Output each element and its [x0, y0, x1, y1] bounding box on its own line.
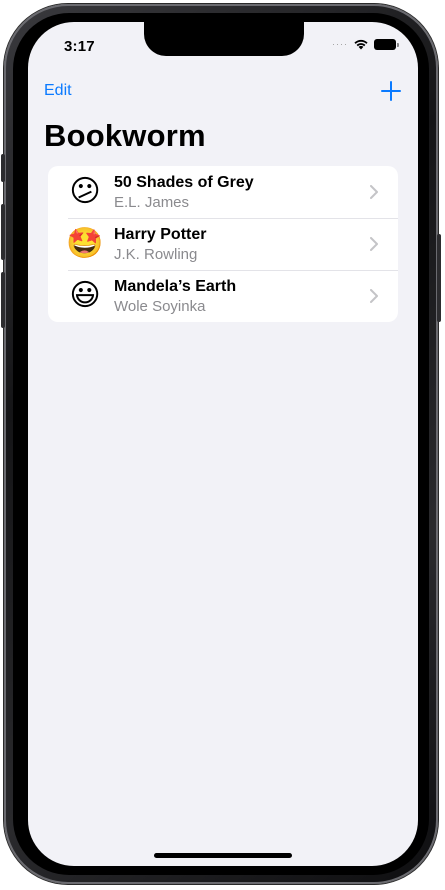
phone-side-button: [1, 204, 5, 260]
rating-emoji-icon: 😃: [69, 279, 101, 312]
book-row-text: Mandela’s Earth Wole Soyinka: [114, 277, 236, 316]
chevron-right-icon: [370, 237, 378, 251]
rating-emoji-icon: 🤩: [66, 227, 104, 260]
phone-side-button: [1, 154, 5, 182]
notch: [144, 22, 304, 56]
book-title: Mandela’s Earth: [114, 277, 237, 295]
book-row[interactable]: 😕 50 Shades of Grey E.L. James: [48, 166, 398, 218]
status-time: 3:17: [64, 38, 95, 55]
signal-dots-icon: ····: [332, 38, 348, 49]
wifi-icon: [354, 39, 368, 50]
home-indicator[interactable]: [154, 853, 292, 858]
book-author: Wole Soyinka: [114, 297, 206, 315]
book-row[interactable]: 😃 Mandela’s Earth Wole Soyinka: [48, 270, 398, 322]
chevron-right-icon: [370, 289, 378, 303]
phone-side-button: [1, 272, 5, 328]
plus-icon[interactable]: [380, 80, 402, 102]
book-author: J.K. Rowling: [114, 245, 198, 263]
book-list: 😕 50 Shades of Grey E.L. James 🤩 Harry P…: [48, 166, 398, 322]
status-icons: ····: [332, 38, 399, 50]
book-row[interactable]: 🤩 Harry Potter J.K. Rowling: [48, 218, 398, 270]
app-screen: 3:17 ···· Edit Bookworm 😕 50 Shades of G…: [28, 22, 418, 866]
chevron-right-icon: [370, 185, 378, 199]
phone-side-button: [437, 234, 441, 322]
page-title: Bookworm: [44, 118, 206, 153]
book-title: Harry Potter: [114, 225, 207, 243]
book-title: 50 Shades of Grey: [114, 173, 254, 191]
book-author: E.L. James: [114, 193, 190, 211]
book-row-text: Harry Potter J.K. Rowling: [114, 225, 206, 264]
rating-emoji-icon: 😕: [69, 175, 101, 208]
edit-button[interactable]: Edit: [44, 82, 72, 100]
book-row-text: 50 Shades of Grey E.L. James: [114, 173, 254, 212]
battery-icon: [374, 38, 399, 50]
